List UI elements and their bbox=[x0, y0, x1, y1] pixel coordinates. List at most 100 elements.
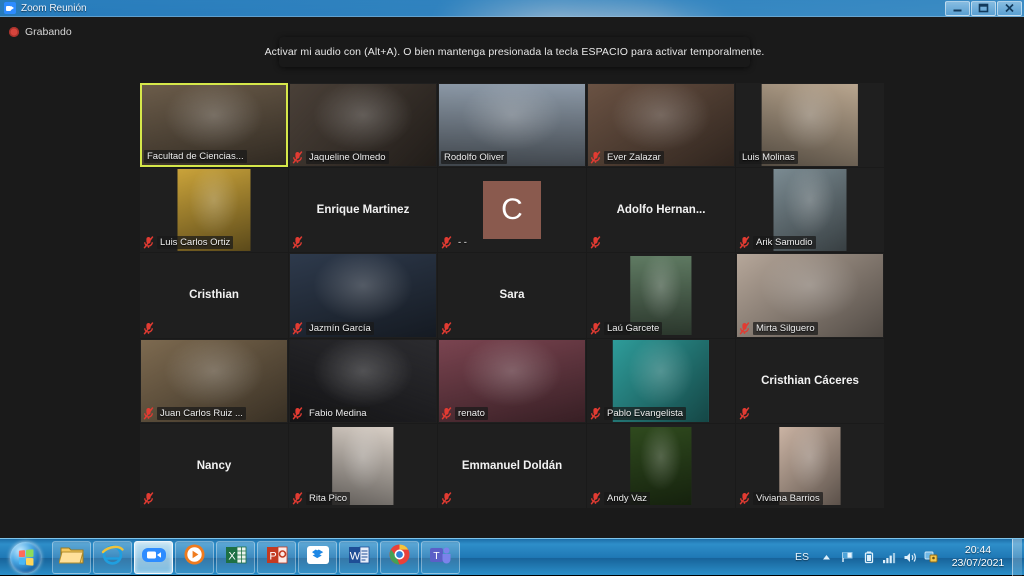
participant-label: Fabio Medina bbox=[292, 407, 370, 420]
participant-label bbox=[739, 407, 750, 420]
taskbar-chrome[interactable] bbox=[380, 541, 419, 574]
participant-label: Rita Pico bbox=[292, 492, 350, 505]
participant-tile[interactable]: Arik Samudio bbox=[736, 168, 884, 252]
participant-label: Viviana Barrios bbox=[739, 492, 823, 505]
participant-tile[interactable]: Enrique Martinez bbox=[289, 168, 437, 252]
participant-tile[interactable]: Luis Carlos Ortiz bbox=[140, 168, 288, 252]
windows-orb-icon bbox=[10, 542, 41, 573]
svg-text:X: X bbox=[228, 550, 236, 562]
svg-text:W: W bbox=[349, 550, 360, 562]
media-player-icon bbox=[183, 543, 206, 571]
window-title: Zoom Reunión bbox=[21, 3, 87, 14]
taskbar-word[interactable]: W bbox=[339, 541, 378, 574]
muted-mic-icon bbox=[590, 236, 601, 249]
participant-label: Jaqueline Olmedo bbox=[292, 151, 389, 164]
participant-label: Luis Carlos Ortiz bbox=[143, 236, 233, 249]
participant-name: Fabio Medina bbox=[306, 407, 370, 420]
participant-label: - - bbox=[441, 236, 470, 249]
taskbar-teams[interactable]: T bbox=[421, 541, 460, 574]
participant-tile[interactable]: Juan Carlos Ruiz ... bbox=[140, 339, 288, 423]
participant-avatar: C bbox=[483, 181, 541, 239]
participant-tile[interactable]: Nancy bbox=[140, 424, 288, 508]
participant-tile[interactable]: Adolfo Hernan... bbox=[587, 168, 735, 252]
recording-label: Grabando bbox=[25, 26, 72, 38]
participant-name: - - bbox=[455, 236, 470, 249]
participant-name: Pablo Evangelista bbox=[604, 407, 686, 420]
muted-mic-icon bbox=[292, 151, 303, 164]
participant-tile[interactable]: Pablo Evangelista bbox=[587, 339, 735, 423]
minimize-button[interactable] bbox=[945, 1, 970, 16]
participant-name-placeholder: Emmanuel Doldán bbox=[439, 425, 585, 507]
participant-tile[interactable]: C- - bbox=[438, 168, 586, 252]
participant-label: Arik Samudio bbox=[739, 236, 816, 249]
participant-name-placeholder: Sara bbox=[439, 254, 585, 336]
participant-tile[interactable]: Emmanuel Doldán bbox=[438, 424, 586, 508]
clock-date: 23/07/2021 bbox=[947, 557, 1009, 570]
action-center-flag-icon[interactable] bbox=[839, 547, 856, 567]
show-desktop-button[interactable] bbox=[1012, 539, 1022, 576]
window-title-bar: Zoom Reunión bbox=[0, 0, 1024, 17]
volume-icon[interactable] bbox=[902, 547, 919, 567]
windows-taskbar: X P W T ES bbox=[0, 538, 1024, 575]
participant-center-name: Enrique Martinez bbox=[311, 204, 416, 216]
recording-indicator[interactable]: Grabando bbox=[9, 26, 72, 38]
participant-name-placeholder: Nancy bbox=[141, 425, 287, 507]
participant-tile[interactable]: Sara bbox=[438, 253, 586, 337]
show-hidden-icons[interactable] bbox=[818, 547, 835, 567]
internet-explorer-icon bbox=[100, 543, 125, 571]
participant-label: Luis Molinas bbox=[739, 151, 798, 164]
word-icon: W bbox=[348, 544, 370, 571]
participant-tile[interactable]: Rodolfo Oliver bbox=[438, 83, 586, 167]
participant-tile[interactable]: Laú Garcete bbox=[587, 253, 735, 337]
participant-label: Laú Garcete bbox=[590, 322, 662, 335]
svg-text:P: P bbox=[269, 550, 276, 562]
unmute-tooltip: Activar mi audio con (Alt+A). O bien man… bbox=[279, 37, 750, 67]
taskbar-media-player[interactable] bbox=[175, 541, 214, 574]
muted-mic-icon bbox=[441, 322, 452, 335]
language-indicator[interactable]: ES bbox=[795, 551, 809, 563]
participant-tile[interactable]: renato bbox=[438, 339, 586, 423]
taskbar-zoom[interactable] bbox=[134, 541, 173, 574]
participant-tile[interactable]: Jazmín García bbox=[289, 253, 437, 337]
muted-mic-icon bbox=[292, 492, 303, 505]
participant-tile[interactable]: Ever Zalazar bbox=[587, 83, 735, 167]
muted-mic-icon bbox=[590, 492, 601, 505]
muted-mic-icon bbox=[143, 236, 154, 249]
participant-name: Viviana Barrios bbox=[753, 492, 823, 505]
powerpoint-icon: P bbox=[266, 544, 288, 571]
participant-name: Ever Zalazar bbox=[604, 151, 664, 164]
participant-label: Mirta Silguero bbox=[739, 322, 818, 335]
maximize-button[interactable] bbox=[971, 1, 996, 16]
participant-center-name: Emmanuel Doldán bbox=[456, 460, 568, 472]
close-button[interactable] bbox=[997, 1, 1022, 16]
battery-icon[interactable] bbox=[860, 547, 877, 567]
participant-name: Rodolfo Oliver bbox=[441, 151, 507, 164]
participant-tile[interactable]: Mirta Silguero bbox=[736, 253, 884, 337]
participant-label: Pablo Evangelista bbox=[590, 407, 686, 420]
taskbar-dropbox[interactable] bbox=[298, 541, 337, 574]
taskbar-powerpoint[interactable]: P bbox=[257, 541, 296, 574]
participant-label bbox=[590, 236, 601, 249]
participant-name: Laú Garcete bbox=[604, 322, 662, 335]
taskbar-excel[interactable]: X bbox=[216, 541, 255, 574]
clock[interactable]: 20:44 23/07/2021 bbox=[947, 544, 1009, 570]
security-shield-icon[interactable] bbox=[923, 547, 940, 567]
taskbar-internet-explorer[interactable] bbox=[93, 541, 132, 574]
participant-tile[interactable]: Facultad de Ciencias... bbox=[140, 83, 288, 167]
participant-label bbox=[441, 492, 452, 505]
start-button[interactable] bbox=[1, 540, 49, 575]
participant-tile[interactable]: Rita Pico bbox=[289, 424, 437, 508]
participant-name: Arik Samudio bbox=[753, 236, 816, 249]
taskbar-file-explorer[interactable] bbox=[52, 541, 91, 574]
participant-tile[interactable]: Fabio Medina bbox=[289, 339, 437, 423]
participant-tile[interactable]: Cristhian Cáceres bbox=[736, 339, 884, 423]
participant-tile[interactable]: Viviana Barrios bbox=[736, 424, 884, 508]
network-signal-icon[interactable] bbox=[881, 547, 898, 567]
participant-tile[interactable]: Andy Vaz bbox=[587, 424, 735, 508]
participant-tile[interactable]: Jaqueline Olmedo bbox=[289, 83, 437, 167]
zoom-meeting-window: Grabando Activar mi audio con (Alt+A). O… bbox=[0, 17, 1024, 538]
muted-mic-icon bbox=[292, 236, 303, 249]
participant-tile[interactable]: Cristhian bbox=[140, 253, 288, 337]
participant-tile[interactable]: Luis Molinas bbox=[736, 83, 884, 167]
participant-name: Andy Vaz bbox=[604, 492, 650, 505]
